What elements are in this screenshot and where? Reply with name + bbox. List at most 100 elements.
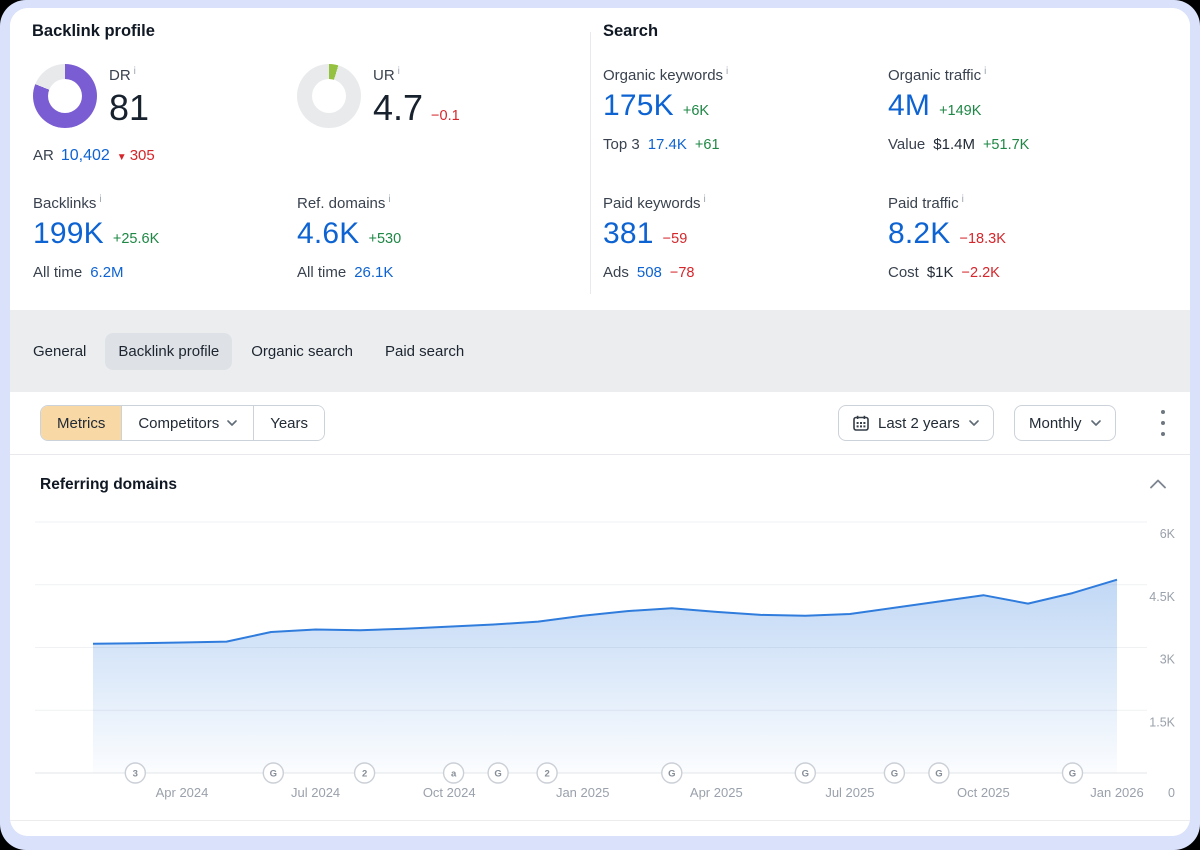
svg-text:a: a xyxy=(451,769,457,780)
organic-traffic-value[interactable]: 4M xyxy=(888,89,930,123)
vertical-divider xyxy=(590,32,591,294)
kebab-menu-icon[interactable] xyxy=(1156,410,1170,436)
svg-text:G: G xyxy=(802,769,809,780)
backlink-profile-title: Backlink profile xyxy=(32,22,155,41)
svg-text:G: G xyxy=(494,769,501,780)
axis-marker[interactable]: G xyxy=(263,763,283,783)
axis-marker[interactable]: 2 xyxy=(355,763,375,783)
paid-keywords-metric: Paid keywordsi 381 −59 Ads 508 −78 xyxy=(603,194,706,281)
svg-text:G: G xyxy=(270,769,277,780)
dr-value: 81 xyxy=(109,87,149,129)
view-mode-segmented-control: Metrics Competitors Years xyxy=(40,405,325,441)
paid-traffic-metric: Paid traffici 8.2K −18.3K Cost $1K −2.2K xyxy=(888,194,1006,281)
dr-donut-chart xyxy=(33,64,97,128)
organic-keywords-delta: +6K xyxy=(683,103,709,119)
traffic-value-delta: +51.7K xyxy=(983,137,1029,153)
ref-domains-metric: Ref. domainsi 4.6K +530 All time 26.1K xyxy=(297,194,401,281)
ref-domains-value[interactable]: 4.6K xyxy=(297,217,360,251)
down-triangle-icon: ▼ xyxy=(117,152,127,163)
granularity-button[interactable]: Monthly xyxy=(1014,405,1116,441)
referring-domains-chart[interactable]: 6K4.5K3K1.5K0Apr 2024Jul 2024Oct 2024Jan… xyxy=(35,505,1185,805)
date-range-button[interactable]: Last 2 years xyxy=(838,405,994,441)
axis-marker[interactable]: 3 xyxy=(125,763,145,783)
metrics-button[interactable]: Metrics xyxy=(41,406,121,440)
paid-traffic-value[interactable]: 8.2K xyxy=(888,217,951,251)
info-icon[interactable]: i xyxy=(388,194,390,205)
backlinks-metric: Backlinksi 199K +25.6K All time 6.2M xyxy=(33,194,159,281)
tab-strip: General Backlink profile Organic search … xyxy=(10,310,1190,392)
chevron-down-icon xyxy=(969,420,979,426)
ur-value: 4.7 −0.1 xyxy=(373,87,460,129)
ur-label: URi xyxy=(373,66,460,84)
axis-marker[interactable]: G xyxy=(488,763,508,783)
organic-traffic-metric: Organic traffici 4M +149K Value $1.4M +5… xyxy=(888,66,1029,153)
alltime-value[interactable]: 6.2M xyxy=(90,264,123,281)
paid-keywords-value[interactable]: 381 xyxy=(603,217,654,251)
app-card: Backlink profile DRi 81 AR 10,402 ▼ 305 … xyxy=(10,8,1190,836)
organic-traffic-delta: +149K xyxy=(939,103,981,119)
axis-marker[interactable]: G xyxy=(1063,763,1083,783)
ar-value[interactable]: 10,402 xyxy=(61,147,110,165)
paid-keywords-delta: −59 xyxy=(663,231,688,247)
svg-text:G: G xyxy=(668,769,675,780)
ref-domains-label: Ref. domainsi xyxy=(297,194,401,212)
tab-organic-search[interactable]: Organic search xyxy=(238,333,366,370)
svg-text:G: G xyxy=(935,769,942,780)
value-label: Value xyxy=(888,136,925,153)
y-axis-label: 0 xyxy=(1168,786,1175,800)
svg-text:G: G xyxy=(1069,769,1076,780)
axis-marker[interactable]: G xyxy=(662,763,682,783)
dr-label: DRi xyxy=(109,66,149,84)
info-icon[interactable]: i xyxy=(962,194,964,205)
chevron-up-icon[interactable] xyxy=(1150,479,1166,489)
y-axis-label: 3K xyxy=(1160,653,1176,667)
alltime-value[interactable]: 26.1K xyxy=(354,264,393,281)
ads-delta: −78 xyxy=(670,265,695,281)
top3-delta: +61 xyxy=(695,137,720,153)
axis-marker[interactable]: G xyxy=(884,763,904,783)
chart-toolbar: Metrics Competitors Years Last 2 years M… xyxy=(10,392,1190,455)
axis-marker[interactable]: a xyxy=(444,763,464,783)
paid-traffic-delta: −18.3K xyxy=(960,231,1006,247)
competitors-button[interactable]: Competitors xyxy=(121,406,253,440)
url-rating-widget: URi 4.7 −0.1 xyxy=(297,64,460,129)
years-button[interactable]: Years xyxy=(253,406,324,440)
search-title: Search xyxy=(603,22,658,41)
backlinks-delta: +25.6K xyxy=(113,231,159,247)
x-axis-label: Jul 2025 xyxy=(825,785,874,800)
x-axis-label: Oct 2025 xyxy=(957,785,1010,800)
ur-donut-chart xyxy=(297,64,361,128)
area-fill xyxy=(93,580,1117,773)
backlinks-value[interactable]: 199K xyxy=(33,217,104,251)
domain-rating-widget: DRi 81 xyxy=(33,64,149,129)
info-icon[interactable]: i xyxy=(726,66,728,77)
page-background: Backlink profile DRi 81 AR 10,402 ▼ 305 … xyxy=(0,0,1200,850)
chart-title: Referring domains xyxy=(40,476,177,494)
organic-keywords-value[interactable]: 175K xyxy=(603,89,674,123)
svg-text:2: 2 xyxy=(362,769,367,780)
tab-general[interactable]: General xyxy=(20,333,99,370)
info-icon[interactable]: i xyxy=(704,194,706,205)
axis-marker[interactable]: G xyxy=(929,763,949,783)
top3-label: Top 3 xyxy=(603,136,640,153)
traffic-value-amount: $1.4M xyxy=(933,136,975,153)
info-icon[interactable]: i xyxy=(398,66,400,77)
tab-paid-search[interactable]: Paid search xyxy=(372,333,477,370)
x-axis-label: Oct 2024 xyxy=(423,785,476,800)
axis-marker[interactable]: G xyxy=(795,763,815,783)
chevron-down-icon xyxy=(227,420,237,426)
svg-text:G: G xyxy=(891,769,898,780)
axis-marker[interactable]: 2 xyxy=(537,763,557,783)
backlinks-label: Backlinksi xyxy=(33,194,159,212)
info-icon[interactable]: i xyxy=(99,194,101,205)
top3-value[interactable]: 17.4K xyxy=(648,136,687,153)
x-axis-label: Jan 2026 xyxy=(1090,785,1144,800)
info-icon[interactable]: i xyxy=(984,66,986,77)
tab-backlink-profile[interactable]: Backlink profile xyxy=(105,333,232,370)
y-axis-label: 6K xyxy=(1160,527,1176,541)
svg-text:3: 3 xyxy=(133,769,138,780)
y-axis-label: 4.5K xyxy=(1149,590,1175,604)
ads-value[interactable]: 508 xyxy=(637,264,662,281)
info-icon[interactable]: i xyxy=(134,66,136,77)
cost-label: Cost xyxy=(888,264,919,281)
